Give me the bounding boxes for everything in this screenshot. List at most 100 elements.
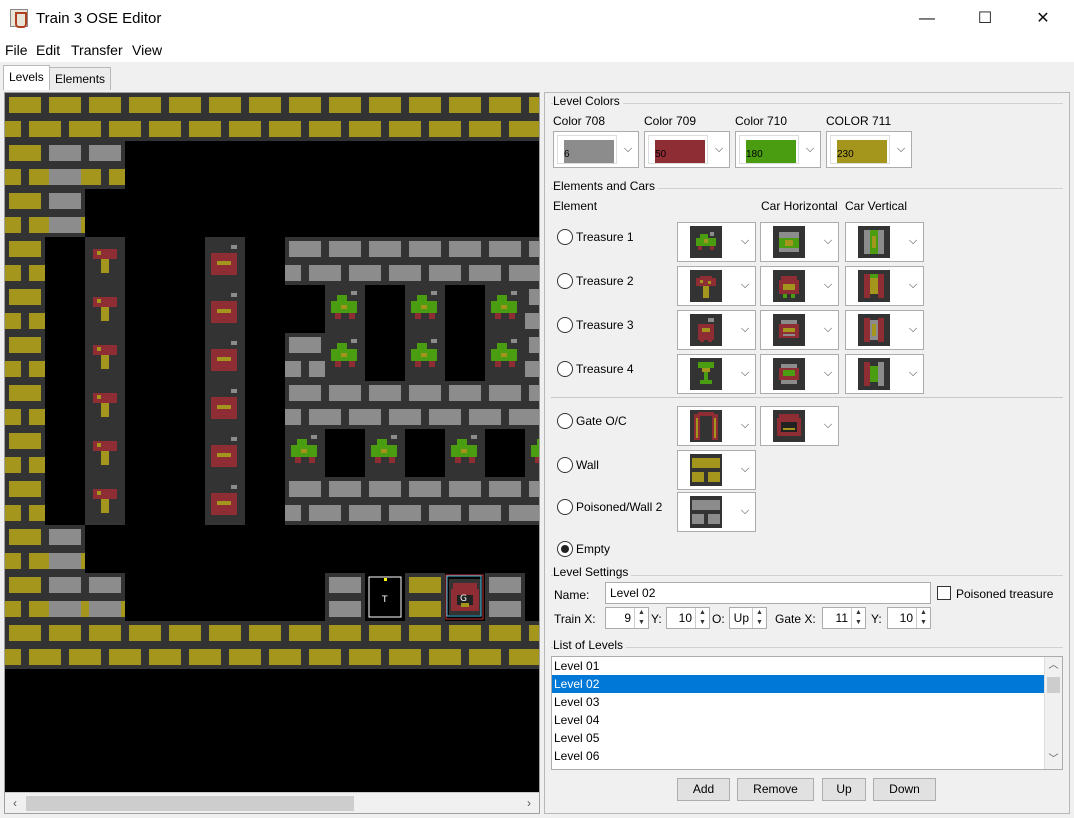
levels-listbox[interactable]: Level 01 Level 02 Level 03 Level 04 Level 05… xyxy=(551,656,1063,770)
chevron-down-icon[interactable]: ⌵ xyxy=(905,367,921,383)
radio-treasure-4[interactable] xyxy=(557,361,573,377)
radio-gate-o-c[interactable] xyxy=(557,413,573,429)
level-list-item[interactable]: Level 06 xyxy=(552,747,1044,765)
color-combo[interactable]: 230 ⌵ xyxy=(826,131,912,168)
treasure-1-sprite-combo[interactable]: ⌵ xyxy=(677,222,756,262)
chevron-down-icon[interactable]: ⌵ xyxy=(620,143,636,159)
menu-file[interactable]: File xyxy=(5,42,28,58)
treasure-4-sprite-combo[interactable]: ⌵ xyxy=(760,354,839,394)
move-level-down-button[interactable]: Down xyxy=(873,778,936,801)
wall-sprite-combo[interactable]: ⌵ xyxy=(677,450,756,490)
radio-treasure-1[interactable] xyxy=(557,229,573,245)
levels-vertical-scrollbar[interactable]: ︿ ﹀ xyxy=(1044,657,1062,769)
color-combo[interactable]: 6 ⌵ xyxy=(553,131,639,168)
level-list-item[interactable]: Level 05 xyxy=(552,729,1044,747)
radio-treasure-2[interactable] xyxy=(557,273,573,289)
treasure-2-sprite-combo[interactable]: ⌵ xyxy=(677,266,756,306)
close-button[interactable]: ✕ xyxy=(1014,0,1072,38)
color-label: Color 710 xyxy=(735,114,788,128)
car-green-icon xyxy=(690,226,722,258)
scroll-down-arrow-icon[interactable]: ﹀ xyxy=(1045,751,1062,769)
treasure-2-sprite-combo[interactable]: ⌵ xyxy=(760,266,839,306)
tab-elements[interactable]: Elements xyxy=(49,67,112,90)
spinner-arrows-icon[interactable]: ▲ ▼ xyxy=(851,608,865,628)
chevron-down-icon[interactable]: ⌵ xyxy=(820,367,836,383)
scroll-right-arrow-icon[interactable]: › xyxy=(521,795,537,811)
poisoned-wall-2-sprite-combo[interactable]: ⌵ xyxy=(677,492,756,532)
chevron-down-icon[interactable]: ⌵ xyxy=(737,323,753,339)
level-map-canvas[interactable]: T G xyxy=(5,93,539,792)
chevron-down-icon[interactable]: ⌵ xyxy=(820,419,836,435)
level-list-item[interactable]: Level 03 xyxy=(552,693,1044,711)
scroll-up-arrow-icon[interactable]: ︿ xyxy=(1045,657,1062,675)
chevron-down-icon[interactable]: ⌵ xyxy=(893,143,909,159)
train-y-spinner[interactable]: 10 ▲ ▼ xyxy=(666,607,710,629)
brick xyxy=(209,97,241,113)
tab-levels[interactable]: Levels xyxy=(3,65,50,90)
chevron-down-icon[interactable]: ⌵ xyxy=(737,505,753,521)
chevron-down-icon[interactable]: ⌵ xyxy=(737,279,753,295)
map-scroll-thumb[interactable] xyxy=(26,796,354,811)
treasure-1-sprite-combo[interactable]: ⌵ xyxy=(760,222,839,262)
chevron-down-icon[interactable]: ⌵ xyxy=(737,235,753,251)
brick xyxy=(429,409,461,425)
chevron-down-icon[interactable]: ⌵ xyxy=(737,419,753,435)
levels-scroll-thumb[interactable] xyxy=(1047,677,1060,693)
minimize-button[interactable]: — xyxy=(898,0,956,38)
brick xyxy=(9,529,41,545)
gate-y-spinner[interactable]: 10 ▲ ▼ xyxy=(887,607,931,629)
remove-level-button[interactable]: Remove xyxy=(737,778,814,801)
maximize-button[interactable]: ☐ xyxy=(956,0,1014,38)
spinner-arrows-icon[interactable]: ▲ ▼ xyxy=(752,608,766,628)
chevron-down-icon[interactable]: ⌵ xyxy=(820,323,836,339)
radio-wall[interactable] xyxy=(557,457,573,473)
chevron-down-icon[interactable]: ⌵ xyxy=(737,463,753,479)
chevron-down-icon[interactable]: ⌵ xyxy=(737,367,753,383)
treasure-4-sprite-combo[interactable]: ⌵ xyxy=(845,354,924,394)
spinner-arrows-icon[interactable]: ▲ ▼ xyxy=(695,608,709,628)
treasure-3-sprite-combo[interactable]: ⌵ xyxy=(677,310,756,350)
gate-o-c-sprite-combo[interactable]: ⌵ xyxy=(677,406,756,446)
level-list-item[interactable]: Level 07 xyxy=(552,765,1044,769)
brick xyxy=(509,505,539,521)
train-x-spinner[interactable]: 9 ▲ ▼ xyxy=(605,607,649,629)
spinner-arrows-icon[interactable]: ▲ ▼ xyxy=(916,608,930,628)
add-level-button[interactable]: Add xyxy=(677,778,730,801)
brick xyxy=(89,601,121,617)
treasure-4-sprite-combo[interactable]: ⌵ xyxy=(677,354,756,394)
spinner-arrows-icon[interactable]: ▲ ▼ xyxy=(634,608,648,628)
orientation-spinner[interactable]: Up ▲ ▼ xyxy=(729,607,767,629)
menu-transfer[interactable]: Transfer xyxy=(71,42,123,58)
color-combo[interactable]: 50 ⌵ xyxy=(644,131,730,168)
poisoned-treasure-checkbox[interactable] xyxy=(937,586,951,600)
chevron-down-icon[interactable]: ⌵ xyxy=(905,323,921,339)
mushroom-cap xyxy=(93,249,117,259)
radio-treasure-3[interactable] xyxy=(557,317,573,333)
treasure-3-sprite-combo[interactable]: ⌵ xyxy=(845,310,924,350)
chevron-down-icon[interactable]: ⌵ xyxy=(820,279,836,295)
chevron-down-icon[interactable]: ⌵ xyxy=(802,143,818,159)
car-light xyxy=(501,353,507,357)
bomb-band xyxy=(217,261,231,265)
chevron-down-icon[interactable]: ⌵ xyxy=(820,235,836,251)
radio-empty[interactable] xyxy=(557,541,573,557)
treasure-2-sprite-combo[interactable]: ⌵ xyxy=(845,266,924,306)
gate-x-spinner[interactable]: 11 ▲ ▼ xyxy=(822,607,866,629)
chevron-down-icon[interactable]: ⌵ xyxy=(905,279,921,295)
radio-poisoned-wall-2[interactable] xyxy=(557,499,573,515)
treasure-1-sprite-combo[interactable]: ⌵ xyxy=(845,222,924,262)
gate-o-c-sprite-combo[interactable]: ⌵ xyxy=(760,406,839,446)
chevron-down-icon[interactable]: ⌵ xyxy=(905,235,921,251)
level-list-item[interactable]: Level 01 xyxy=(552,657,1044,675)
menu-view[interactable]: View xyxy=(132,42,162,58)
chevron-down-icon[interactable]: ⌵ xyxy=(711,143,727,159)
color-combo[interactable]: 180 ⌵ xyxy=(735,131,821,168)
level-name-input[interactable]: Level 02 xyxy=(605,582,931,604)
menu-edit[interactable]: Edit xyxy=(36,42,60,58)
treasure-3-sprite-combo[interactable]: ⌵ xyxy=(760,310,839,350)
move-level-up-button[interactable]: Up xyxy=(822,778,866,801)
scroll-left-arrow-icon[interactable]: ‹ xyxy=(7,795,23,811)
map-horizontal-scrollbar[interactable]: ‹ › xyxy=(5,792,539,813)
level-list-item[interactable]: Level 04 xyxy=(552,711,1044,729)
level-list-item[interactable]: Level 02 xyxy=(552,675,1044,693)
